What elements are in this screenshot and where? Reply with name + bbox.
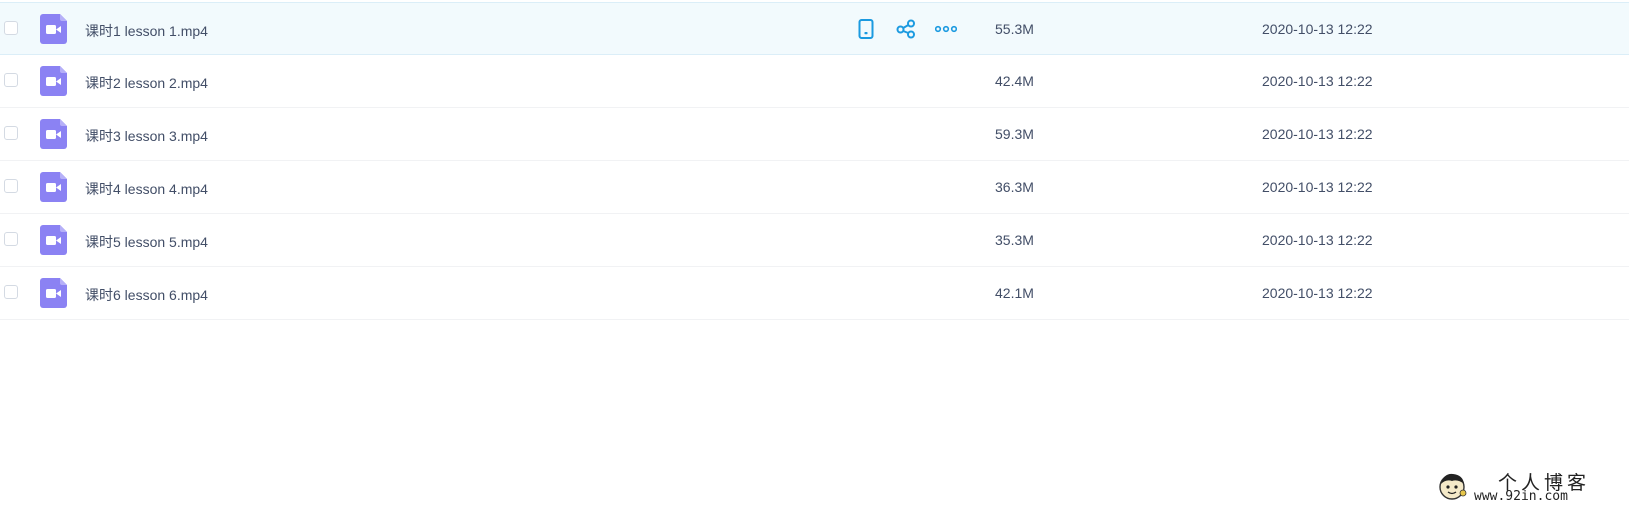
avatar-logo-icon: [1439, 473, 1467, 500]
file-size: 35.3M: [995, 232, 1034, 248]
video-file-icon: [40, 66, 67, 96]
file-row-3[interactable]: 课时3 lesson 3.mp4 59.3M 2020-10-13 12:22: [0, 108, 1629, 161]
file-row-2[interactable]: 课时2 lesson 2.mp4 42.4M 2020-10-13 12:22: [0, 55, 1629, 108]
file-row-1[interactable]: 课时1 lesson 1.mp4 55.3M 2020-10-13 12:22: [0, 2, 1629, 55]
row-checkbox[interactable]: [4, 73, 18, 87]
watermark-url: www.92in.com: [1474, 489, 1568, 504]
file-date: 2020-10-13 12:22: [1262, 21, 1373, 37]
more-icon[interactable]: [935, 18, 957, 40]
file-date: 2020-10-13 12:22: [1262, 232, 1373, 248]
file-name[interactable]: 课时1 lesson 1.mp4: [85, 21, 208, 41]
phone-icon[interactable]: [855, 18, 877, 40]
video-file-icon: [40, 278, 67, 308]
file-row-5[interactable]: 课时5 lesson 5.mp4 35.3M 2020-10-13 12:22: [0, 214, 1629, 267]
file-row-6[interactable]: 课时6 lesson 6.mp4 42.1M 2020-10-13 12:22: [0, 267, 1629, 320]
video-file-icon: [40, 225, 67, 255]
row-checkbox[interactable]: [4, 126, 18, 140]
file-size: 55.3M: [995, 21, 1034, 37]
file-size: 36.3M: [995, 179, 1034, 195]
video-file-icon: [40, 172, 67, 202]
file-size: 42.1M: [995, 285, 1034, 301]
row-checkbox[interactable]: [4, 21, 18, 35]
row-checkbox[interactable]: [4, 285, 18, 299]
file-name[interactable]: 课时3 lesson 3.mp4: [85, 126, 208, 146]
file-list: 课时1 lesson 1.mp4 55.3M 2020-10-13 12:22 …: [0, 2, 1629, 320]
row-checkbox[interactable]: [4, 179, 18, 193]
file-date: 2020-10-13 12:22: [1262, 73, 1373, 89]
file-size: 59.3M: [995, 126, 1034, 142]
video-file-icon: [40, 119, 67, 149]
row-checkbox[interactable]: [4, 232, 18, 246]
row-actions: [855, 18, 975, 40]
watermark: 个人博客 www.92in.com: [1436, 468, 1616, 504]
file-date: 2020-10-13 12:22: [1262, 126, 1373, 142]
share-icon[interactable]: [895, 18, 917, 40]
file-date: 2020-10-13 12:22: [1262, 285, 1373, 301]
file-name[interactable]: 课时2 lesson 2.mp4: [85, 73, 208, 93]
file-name[interactable]: 课时4 lesson 4.mp4: [85, 179, 208, 199]
file-name[interactable]: 课时5 lesson 5.mp4: [85, 232, 208, 252]
file-name[interactable]: 课时6 lesson 6.mp4: [85, 285, 208, 305]
file-date: 2020-10-13 12:22: [1262, 179, 1373, 195]
file-row-4[interactable]: 课时4 lesson 4.mp4 36.3M 2020-10-13 12:22: [0, 161, 1629, 214]
video-file-icon: [40, 14, 67, 44]
file-size: 42.4M: [995, 73, 1034, 89]
